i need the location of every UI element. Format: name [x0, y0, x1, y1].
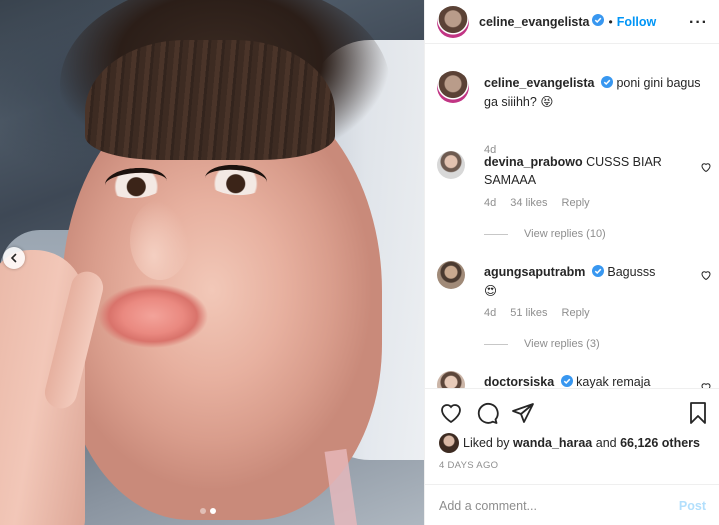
more-options-icon[interactable]: ···	[689, 14, 708, 32]
comments-list[interactable]: celine_evangelista poni gini bagus ga si…	[425, 45, 719, 388]
slide-dot-active	[210, 508, 216, 514]
avatar[interactable]	[439, 433, 459, 453]
verified-badge-icon	[592, 14, 605, 29]
chevron-left-icon	[10, 253, 17, 263]
verified-badge-icon	[600, 75, 613, 93]
like-heart-icon[interactable]	[439, 401, 463, 425]
reply-button[interactable]: Reply	[562, 307, 590, 319]
avatar[interactable]	[437, 371, 465, 388]
divider	[484, 233, 508, 235]
comment-timestamp[interactable]: 4d	[484, 307, 496, 319]
comment-username[interactable]: agungsaputrabm	[484, 265, 585, 279]
caption-username[interactable]: celine_evangelista	[484, 76, 594, 90]
caption-emoji: 😝	[540, 94, 554, 109]
reply-button[interactable]: Reply	[562, 197, 590, 209]
heart-outline-icon[interactable]	[700, 381, 712, 388]
view-replies-button[interactable]: View replies (10)	[484, 228, 606, 240]
avatar[interactable]	[437, 5, 469, 38]
post-timestamp[interactable]: 4 DAYS AGO	[439, 460, 498, 471]
avatar[interactable]	[437, 261, 465, 289]
view-replies-button[interactable]: View replies (3)	[484, 338, 600, 350]
liked-by-prefix: Liked by	[463, 436, 510, 450]
liked-by-summary: Liked by wanda_haraa and 66,126 others	[439, 433, 700, 453]
comment-username[interactable]: devina_prabowo	[484, 155, 583, 169]
comment-meta: 4d 51 likes Reply	[484, 307, 590, 319]
comment-username[interactable]: doctorsiska	[484, 375, 554, 388]
liked-by-count[interactable]: 66,126 others	[620, 436, 700, 450]
action-icons	[439, 401, 535, 425]
slide-indicator	[200, 508, 216, 514]
photo-lips	[98, 282, 208, 350]
heart-outline-icon[interactable]	[700, 269, 712, 281]
comment-likes[interactable]: 34 likes	[510, 197, 547, 209]
comment-timestamp[interactable]: 4d	[484, 197, 496, 209]
bookmark-icon[interactable]	[686, 401, 710, 425]
view-replies-label: View replies (10)	[524, 228, 606, 240]
divider	[484, 343, 508, 345]
post-comment-button[interactable]: Post	[679, 499, 706, 513]
add-comment-bar: Post	[425, 484, 719, 525]
liked-by-user[interactable]: wanda_haraa	[513, 436, 592, 450]
post-header: celine_evangelista • Follow ···	[425, 0, 719, 44]
view-replies-label: View replies (3)	[524, 338, 600, 350]
photo-strap	[324, 448, 358, 525]
post-photo[interactable]	[0, 0, 424, 525]
follow-button[interactable]: Follow	[617, 15, 657, 29]
comment-text: kayak remaja	[576, 375, 651, 388]
comment-meta: 4d 34 likes Reply	[484, 197, 590, 209]
photo-nose	[130, 200, 190, 280]
previous-slide-button[interactable]	[3, 247, 25, 269]
header-separator: •	[608, 14, 613, 29]
heart-outline-icon[interactable]	[700, 161, 712, 173]
comment-emoji: 😍	[484, 283, 498, 298]
share-paper-plane-icon[interactable]	[511, 401, 535, 425]
verified-badge-icon	[560, 374, 573, 388]
avatar[interactable]	[437, 71, 469, 103]
post-actions: Liked by wanda_haraa and 66,126 others 4…	[425, 388, 719, 525]
comment-input[interactable]	[439, 498, 679, 513]
comment-bubble-icon[interactable]	[475, 401, 499, 425]
photo-bangs	[85, 40, 335, 160]
liked-by-and: and	[595, 436, 617, 450]
header-username[interactable]: celine_evangelista	[479, 15, 589, 29]
slide-dot	[200, 508, 206, 514]
post-side-panel: celine_evangelista • Follow ··· celine_e…	[424, 0, 719, 525]
comment-likes[interactable]: 51 likes	[510, 307, 547, 319]
avatar[interactable]	[437, 151, 465, 179]
verified-badge-icon	[591, 264, 604, 282]
comment-text: Bagusss	[607, 265, 656, 279]
